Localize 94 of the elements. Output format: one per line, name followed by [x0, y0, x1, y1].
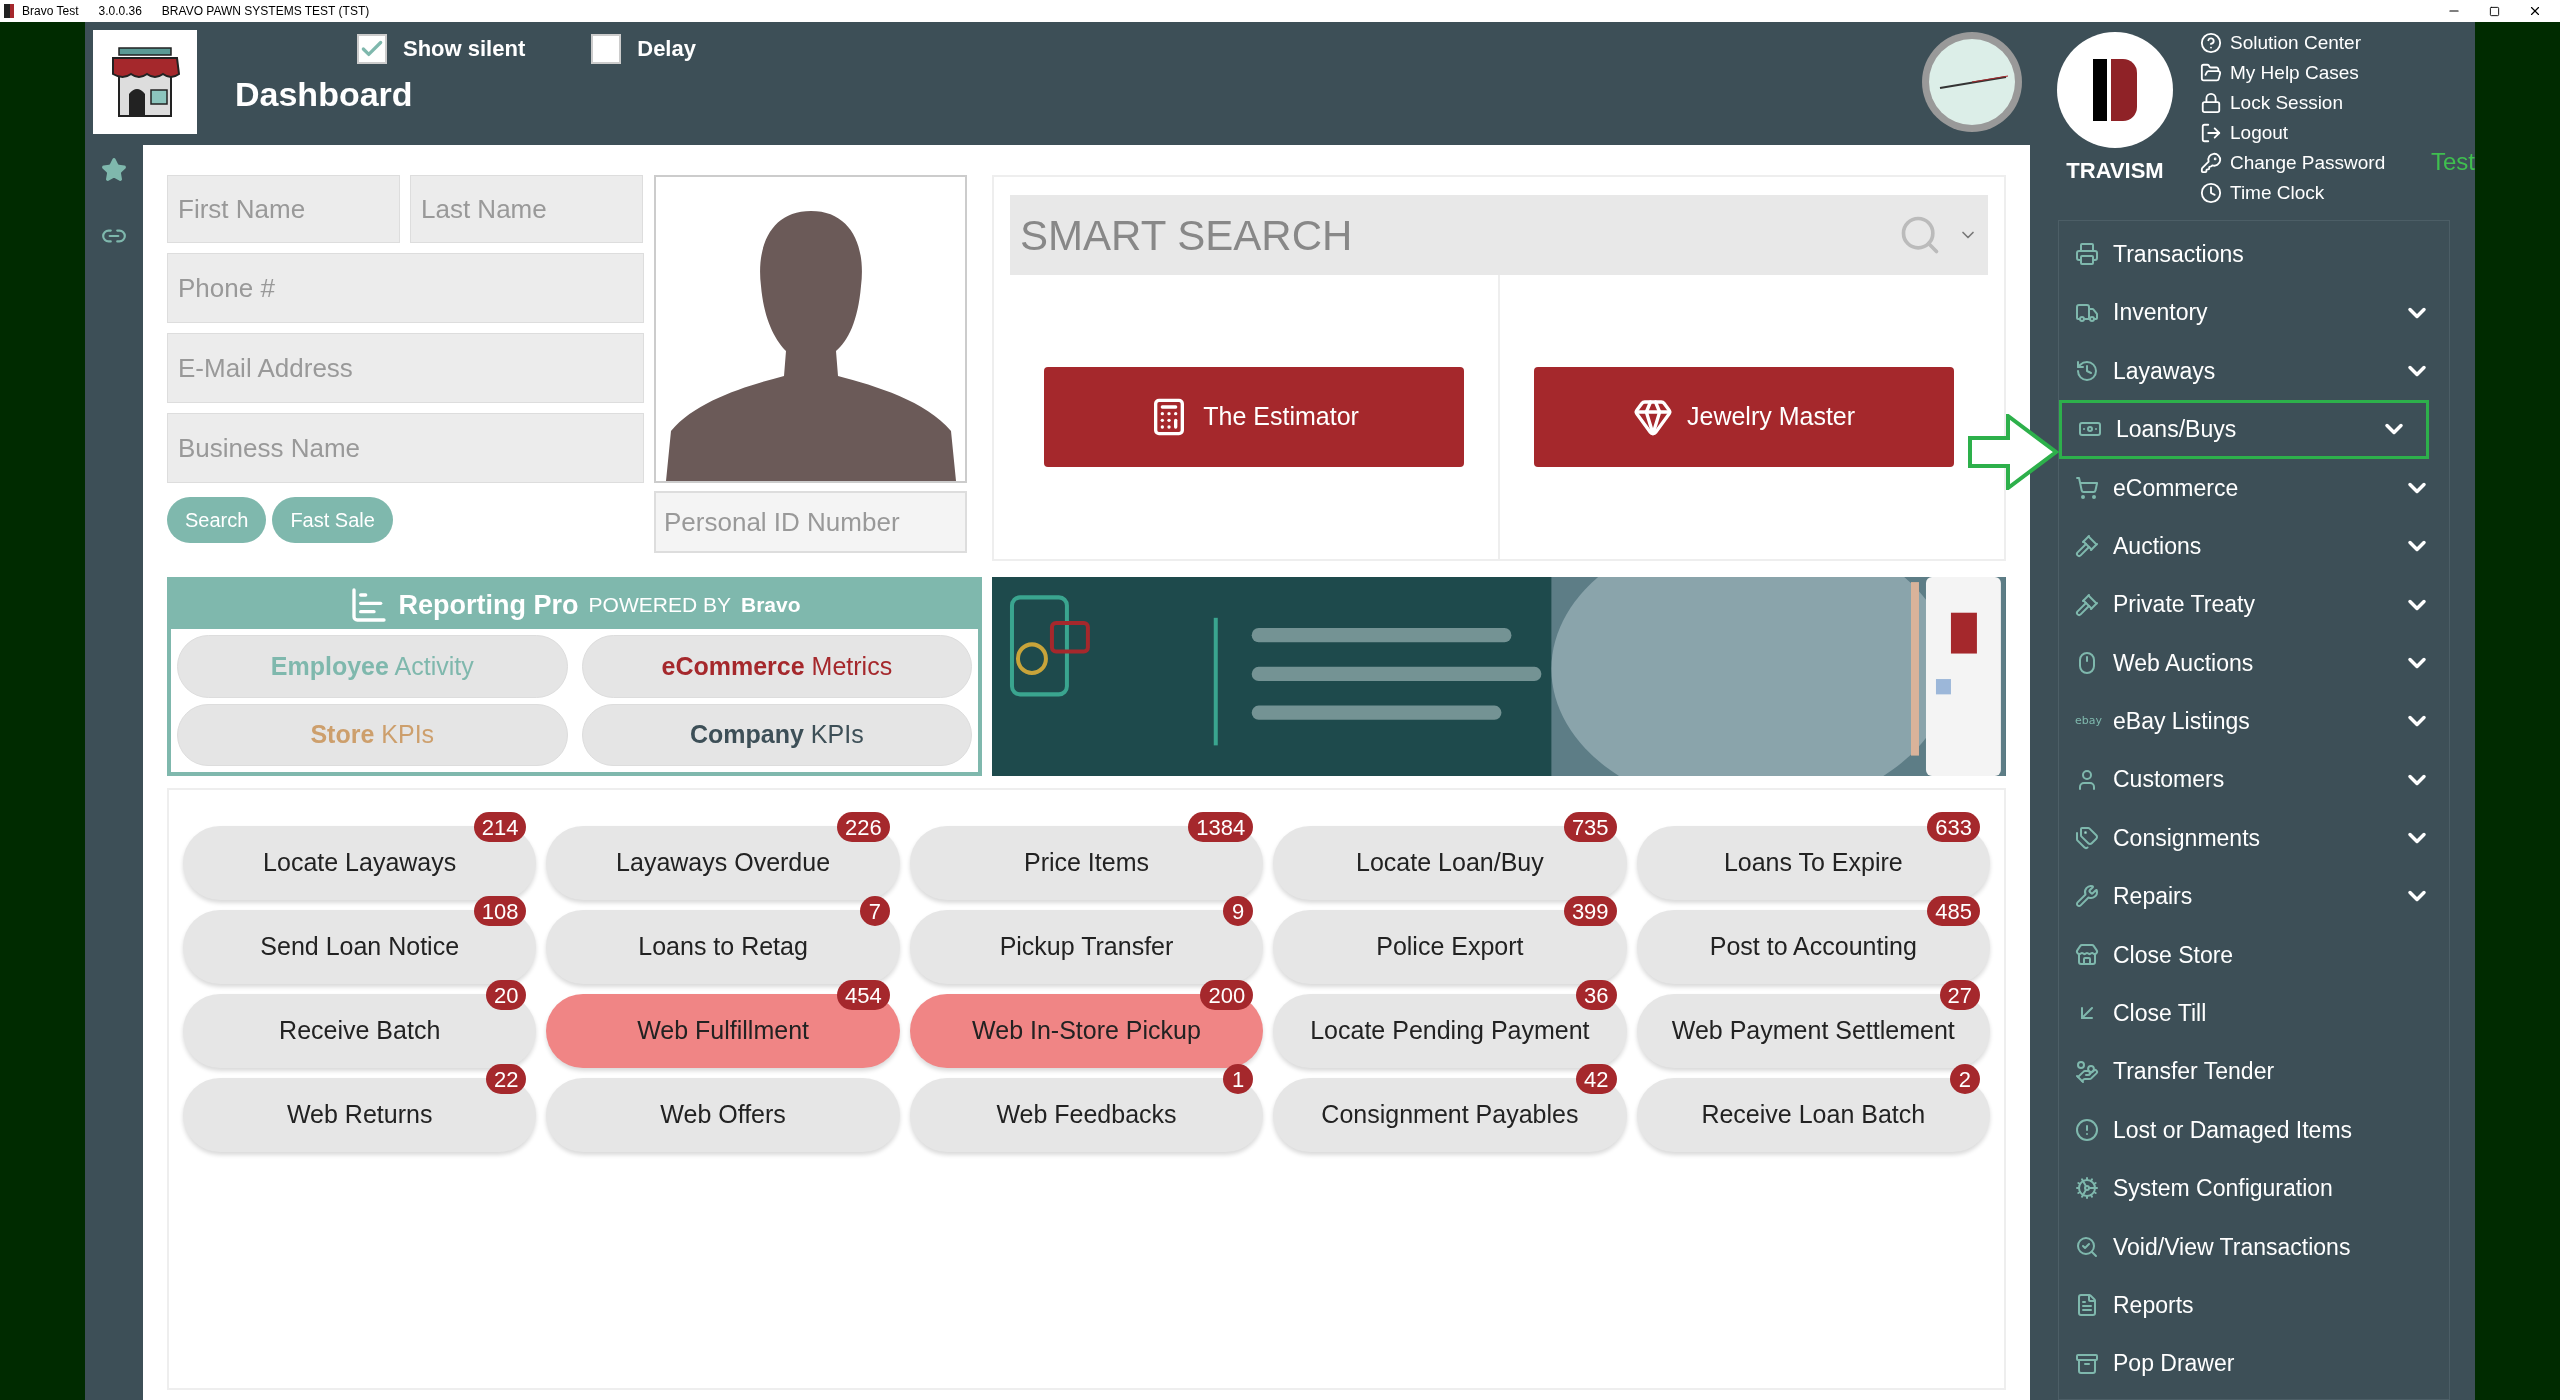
count-badge: 9 [1223, 896, 1254, 926]
text-field[interactable]: Last Name [410, 175, 643, 243]
text-field[interactable]: Phone # [167, 253, 644, 323]
register-icon [2075, 242, 2099, 267]
nav-item[interactable]: Close Store [2059, 925, 2449, 985]
count-badge: 200 [1200, 980, 1254, 1010]
checkbox[interactable] [591, 33, 622, 64]
count-badge: 22 [485, 1064, 527, 1094]
environment-label: Test [2431, 150, 2475, 177]
nav-item[interactable]: Loans/Buys [2059, 400, 2429, 459]
system-name: BRAVO PAWN SYSTEMS TEST (TST) [161, 3, 370, 20]
tool-button[interactable]: Jewelry Master [1534, 367, 1955, 467]
help-link[interactable]: Time Clock [2200, 180, 2386, 205]
nav-item[interactable]: Close Till [2059, 984, 2449, 1043]
app-name: Bravo Test [22, 3, 79, 20]
clock-icon [2200, 181, 2222, 204]
count-badge: 226 [837, 812, 890, 842]
folder-icon [2200, 61, 2222, 84]
help-link[interactable]: Logout [2200, 120, 2386, 145]
question-icon [2200, 31, 2222, 54]
store-icon [2075, 942, 2099, 967]
count-badge: 1 [1223, 1064, 1254, 1094]
powered-by-text: POWERED BY [588, 592, 731, 619]
history-icon [2075, 358, 2099, 383]
restore-icon[interactable] [2489, 5, 2500, 17]
count-badge: 42 [1576, 1064, 1617, 1094]
id-number-field[interactable]: Personal ID Number [654, 491, 967, 553]
brand-text: Bravo [740, 592, 801, 619]
help-link[interactable]: My Help Cases [2200, 60, 2386, 85]
nav-item[interactable]: Inventory [2059, 283, 2449, 342]
nav-item[interactable]: Repairs [2059, 867, 2449, 926]
nav-item[interactable]: Transfer Tender [2059, 1042, 2449, 1101]
report-button[interactable]: Company KPIs [581, 703, 973, 766]
help-link[interactable]: Solution Center [2200, 30, 2386, 55]
count-badge: 27 [1939, 980, 1980, 1010]
help-link[interactable]: Change Password [2200, 150, 2386, 175]
diamond-icon [1633, 397, 1673, 437]
checkbox-label: Show silent [403, 35, 526, 63]
logout-icon [2200, 121, 2222, 144]
smart-search-field[interactable]: SMART SEARCH [1010, 195, 1988, 275]
tool-button[interactable]: The Estimator [1044, 367, 1465, 467]
document-icon [2075, 1293, 2099, 1318]
nav-item[interactable]: Private Treaty [2059, 575, 2449, 634]
report-button[interactable]: eCommerce Metrics [581, 635, 973, 698]
text-field[interactable]: First Name [167, 175, 400, 243]
nav-item[interactable]: Consignments [2059, 808, 2449, 868]
clock-icon [1920, 30, 2024, 134]
count-badge: 633 [1927, 812, 1980, 842]
nav-item[interactable]: Transactions [2059, 225, 2449, 284]
search-icon [2075, 1234, 2099, 1259]
key-icon [2200, 151, 2222, 174]
count-badge: 108 [473, 896, 527, 926]
close-icon[interactable] [2528, 4, 2542, 18]
gear-icon [2075, 1176, 2099, 1201]
text-field[interactable]: Business Name [167, 413, 644, 483]
gavel-icon [2075, 592, 2099, 617]
wrench-icon [2075, 884, 2099, 909]
tags-icon [2075, 826, 2099, 851]
count-badge: 485 [1927, 896, 1980, 926]
checkbox[interactable] [357, 33, 387, 64]
smart-search-input[interactable]: SMART SEARCH [1010, 203, 1882, 267]
help-link[interactable]: Lock Session [2200, 90, 2386, 115]
text-field[interactable]: E-Mail Address [167, 333, 644, 403]
user-name: TRAVISM [2066, 157, 2164, 185]
lock-icon [2200, 91, 2222, 114]
count-badge: 454 [837, 980, 890, 1010]
count-badge: 399 [1563, 896, 1617, 926]
nav-item[interactable]: eCommerce [2059, 458, 2449, 517]
nav-item[interactable]: ebay eBay Listings [2059, 692, 2449, 751]
count-badge: 735 [1563, 812, 1617, 842]
hand-coin-icon [2075, 1059, 2099, 1084]
quick-action-button[interactable]: Web Offers [546, 1078, 900, 1152]
drawer-icon [2075, 1351, 2099, 1376]
app-logo-icon [4, 4, 14, 18]
count-badge: 36 [1576, 980, 1617, 1010]
alert-icon [2075, 1118, 2099, 1143]
nav-item[interactable]: Web Auctions [2059, 633, 2449, 693]
count-badge: 1384 [1188, 812, 1254, 842]
gavel-icon [2075, 534, 2099, 559]
nav-item[interactable]: System Configuration [2059, 1159, 2449, 1218]
nav-item[interactable]: Customers [2059, 750, 2449, 809]
page-title: Dashboard [235, 74, 414, 115]
nav-item[interactable]: Layaways [2059, 341, 2449, 401]
nav-item[interactable]: Lost or Damaged Items [2059, 1100, 2449, 1160]
nav-item[interactable]: Reports [2059, 1276, 2449, 1335]
star-icon[interactable] [101, 157, 127, 183]
count-badge: 214 [473, 812, 527, 842]
nav-item[interactable]: Auctions [2059, 516, 2449, 576]
nav-item[interactable]: Pop Drawer [2059, 1334, 2449, 1393]
cart-icon [2075, 475, 2099, 500]
nav-item[interactable]: Void/View Transactions [2059, 1217, 2449, 1277]
app-version: 3.0.0.36 [98, 3, 142, 20]
checkbox-label: Delay [637, 35, 696, 63]
reporting-title: Reporting Pro [398, 588, 579, 622]
